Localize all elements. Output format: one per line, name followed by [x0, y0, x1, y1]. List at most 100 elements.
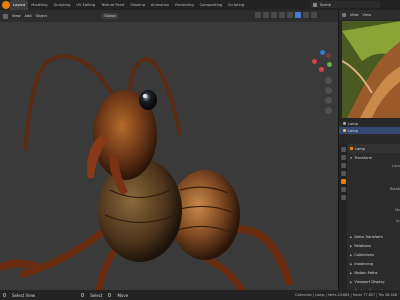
- relations-section[interactable]: ▶ Relations: [348, 241, 400, 250]
- image-editor-header: View View: [339, 10, 400, 20]
- gizmo-icon[interactable]: [263, 12, 269, 18]
- section-title: Instancing: [354, 261, 373, 266]
- chevron-right-icon: ▶: [350, 252, 353, 257]
- scene-selector[interactable]: Scene: [310, 1, 380, 8]
- visibility-icon[interactable]: [255, 12, 261, 18]
- transform-fields: Loca Rotati Mo Sc: [348, 162, 400, 232]
- constraints-tab-icon[interactable]: [340, 187, 346, 192]
- properties-editor: Lamp ▼ Transform Loca Rotati Mo Sc ▶ Del…: [339, 144, 400, 293]
- material-shading-icon[interactable]: [303, 12, 309, 18]
- mouse-left-icon: [3, 293, 6, 297]
- reference-ant-closeup: [342, 21, 400, 118]
- status-hint-move: Move: [117, 292, 129, 298]
- x-axis-icon[interactable]: [312, 59, 317, 64]
- image-menu-view-2[interactable]: View: [363, 13, 372, 17]
- camera-view-icon[interactable]: [325, 97, 332, 104]
- tab-texture-paint[interactable]: Texture Paint: [98, 0, 127, 10]
- object-properties: Lamp ▼ Transform Loca Rotati Mo Sc ▶ Del…: [348, 144, 400, 293]
- xray-icon[interactable]: [279, 12, 285, 18]
- outliner-item-label: Lamp: [348, 121, 358, 126]
- image-editor-icon[interactable]: [342, 13, 346, 17]
- scene-icon: [313, 2, 317, 7]
- scene-tab-icon[interactable]: [340, 171, 346, 176]
- tab-animation[interactable]: Animation: [148, 0, 172, 10]
- section-title: Relations: [354, 243, 371, 248]
- top-bar: Layout Modeling Sculpting UV Editing Tex…: [0, 0, 400, 10]
- neg-x-axis-icon[interactable]: [326, 53, 331, 58]
- object-name-field[interactable]: Lamp: [348, 144, 400, 153]
- outliner-row-selected[interactable]: Lamp: [339, 127, 400, 134]
- mouse-right-icon: [108, 293, 112, 297]
- right-panel: View View Lamp Lamp Lamp ▼ Transform Loc…: [338, 10, 400, 293]
- status-bar: Select View Select Move Collection | Lam…: [0, 290, 400, 300]
- status-hint-select: Select: [90, 292, 103, 298]
- pan-icon[interactable]: [325, 87, 332, 94]
- reference-image: [342, 21, 400, 118]
- zoom-icon[interactable]: [325, 77, 332, 84]
- tab-compositing[interactable]: Compositing: [197, 0, 226, 10]
- mouse-middle-icon: [81, 293, 85, 297]
- motion-paths-section[interactable]: ▶ Motion Paths: [348, 268, 400, 277]
- blender-logo-icon[interactable]: [2, 1, 10, 9]
- tab-modeling[interactable]: Modeling: [28, 0, 50, 10]
- tab-scripting[interactable]: Scripting: [225, 0, 247, 10]
- perspective-toggle-icon[interactable]: [325, 107, 332, 114]
- section-title: Collections: [354, 252, 374, 257]
- collections-section[interactable]: ▶ Collections: [348, 250, 400, 259]
- navigation-gizmo[interactable]: [312, 50, 334, 74]
- scene-name: Scene: [320, 2, 331, 7]
- editor-type-icon[interactable]: [3, 13, 8, 19]
- solid-shading-icon[interactable]: [295, 12, 301, 18]
- menu-view[interactable]: View: [12, 14, 21, 18]
- menu-object[interactable]: Object: [36, 14, 48, 18]
- chevron-right-icon: ▶: [350, 234, 353, 239]
- tab-sculpting[interactable]: Sculpting: [51, 0, 74, 10]
- light-icon: [343, 129, 346, 132]
- tab-rendering[interactable]: Rendering: [172, 0, 196, 10]
- wireframe-icon[interactable]: [287, 12, 293, 18]
- data-tab-icon[interactable]: [340, 195, 346, 200]
- tab-layout[interactable]: Layout: [10, 0, 29, 10]
- instancing-section[interactable]: ▶ Instancing: [348, 259, 400, 268]
- delta-transform-section[interactable]: ▶ Delta Transform: [348, 232, 400, 241]
- z-axis-icon[interactable]: [320, 50, 325, 55]
- render-tab-icon[interactable]: [340, 155, 346, 160]
- scale-label: Sc: [395, 219, 400, 223]
- tab-uv-editing[interactable]: UV Editing: [73, 0, 98, 10]
- chevron-down-icon: ▼: [350, 155, 353, 160]
- outliner-row[interactable]: Lamp: [339, 120, 400, 127]
- properties-tabs: [339, 144, 347, 290]
- transform-section[interactable]: ▼ Transform: [348, 153, 400, 162]
- y-axis-icon[interactable]: [327, 62, 332, 67]
- viewport-display-section[interactable]: ▶ Viewport Display: [348, 277, 400, 286]
- chevron-right-icon: ▶: [350, 279, 353, 284]
- rotation-label: Rotati: [390, 187, 400, 191]
- object-icon: [350, 147, 353, 150]
- menu-add[interactable]: Add: [25, 14, 32, 18]
- outliner-item-label: Lamp: [348, 128, 358, 133]
- light-icon: [343, 122, 346, 125]
- section-title: Viewport Display: [354, 279, 385, 284]
- ant-model-render: [0, 54, 294, 290]
- tab-shading[interactable]: Shading: [127, 0, 148, 10]
- rendered-shading-icon[interactable]: [311, 12, 317, 18]
- chevron-right-icon: ▶: [350, 270, 353, 275]
- orientation-dropdown[interactable]: Global: [101, 13, 119, 19]
- object-tab-icon[interactable]: [340, 179, 346, 184]
- section-title: Transform: [354, 155, 373, 160]
- scene-statistics: Collection | Lamp | Verts 24,685 | Faces…: [295, 293, 397, 297]
- outliner: Lamp Lamp: [339, 120, 400, 144]
- chevron-right-icon: ▶: [350, 261, 353, 266]
- section-title: Motion Paths: [354, 270, 378, 275]
- object-name: Lamp: [355, 146, 365, 151]
- 3d-viewport[interactable]: [0, 22, 338, 290]
- chevron-right-icon: ▶: [350, 243, 353, 248]
- neg-z-axis-icon[interactable]: [319, 67, 324, 72]
- overlay-icon[interactable]: [271, 12, 277, 18]
- location-label: Loca: [392, 164, 400, 168]
- image-menu-view[interactable]: View: [350, 13, 359, 17]
- tool-tab-icon[interactable]: [340, 147, 346, 152]
- viewport-nav-buttons: [325, 77, 332, 114]
- output-tab-icon[interactable]: [340, 163, 346, 168]
- section-title: Delta Transform: [354, 234, 383, 239]
